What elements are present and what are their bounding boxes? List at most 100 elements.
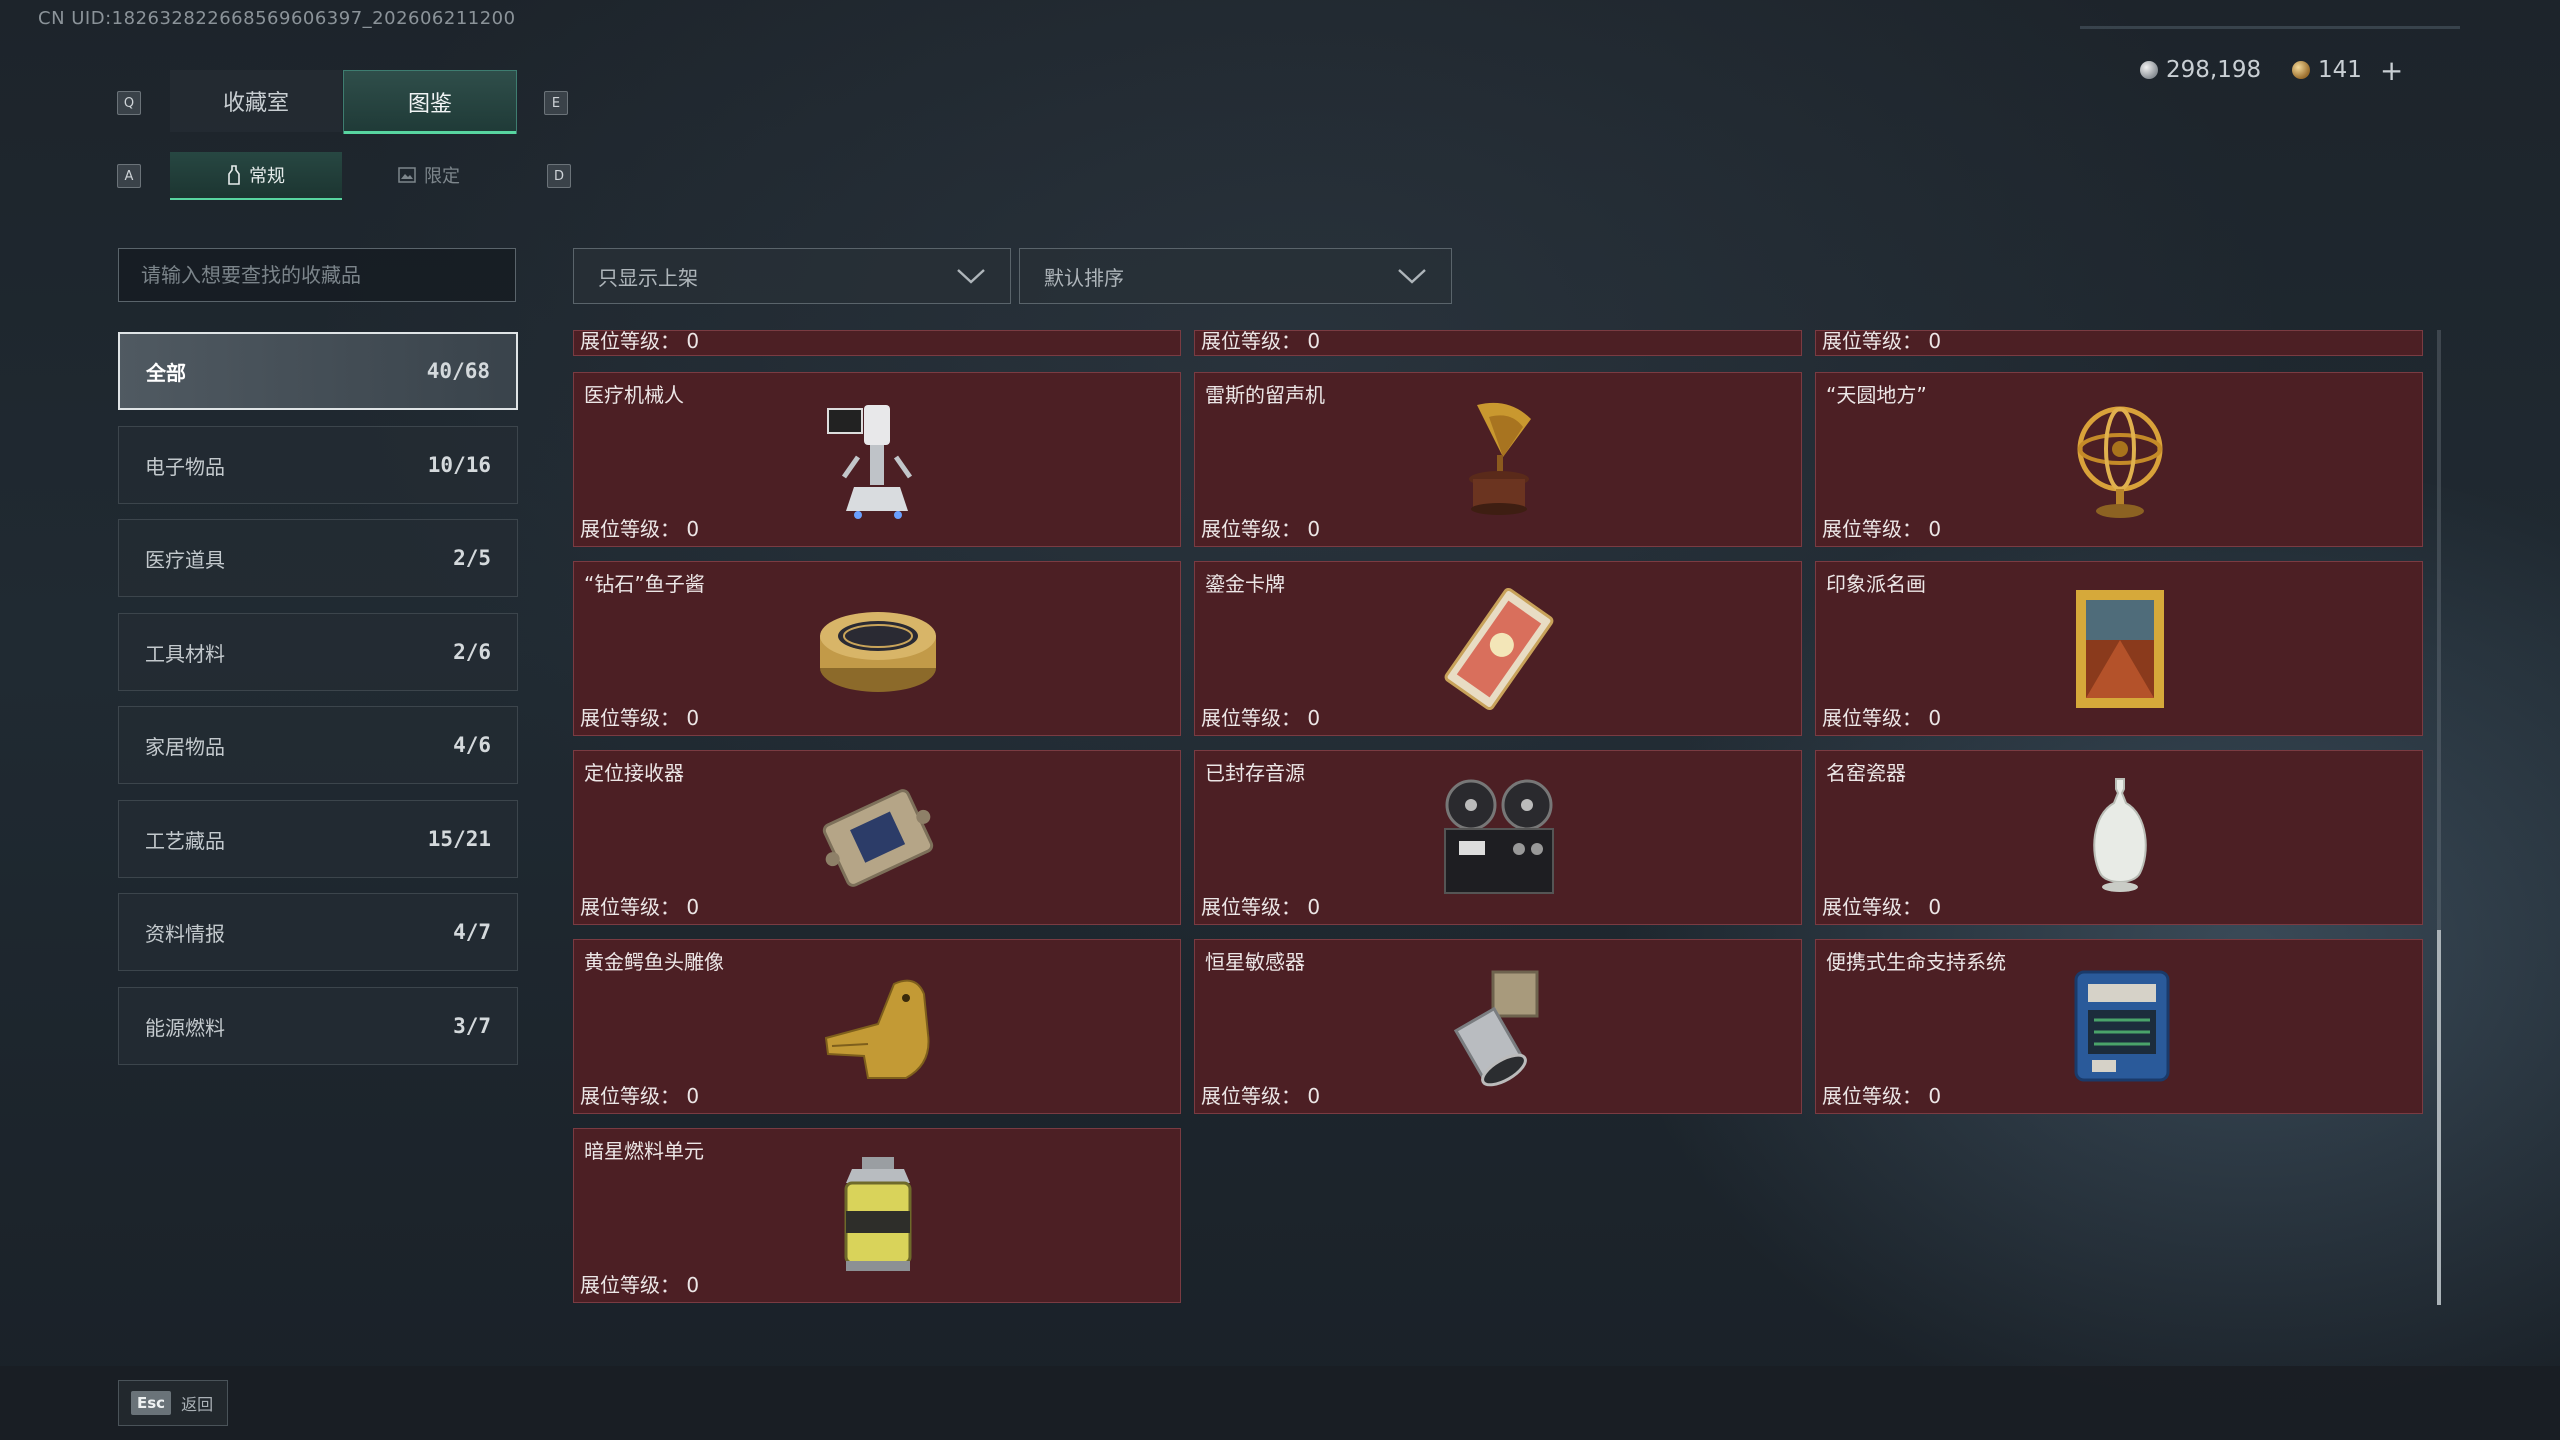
item-card[interactable]: 展位等级： 0 <box>573 330 1181 356</box>
booth-level: 展位等级： 0 <box>1822 1084 1942 1108</box>
item-card[interactable]: 恒星敏感器 展位等级： 0 <box>1194 939 1802 1114</box>
receiver-icon <box>822 789 934 887</box>
booth-level: 展位等级： 0 <box>580 330 700 353</box>
item-name: 暗星燃料单元 <box>584 1139 704 1163</box>
show-filter-dropdown[interactable]: 只显示上架 <box>573 248 1011 304</box>
booth-level: 展位等级： 0 <box>1201 706 1321 730</box>
category-tools[interactable]: 工具材料 2/6 <box>118 613 518 691</box>
category-count: 15/21 <box>427 827 491 851</box>
item-card[interactable]: “天圆地方” 展位等级： 0 <box>1815 372 2423 547</box>
porcelain-vase-icon <box>2093 778 2147 892</box>
booth-level: 展位等级： 0 <box>1822 706 1942 730</box>
category-label: 资料情报 <box>145 921 225 946</box>
key-d-hint: D <box>547 164 571 188</box>
user-id-label: CN UID:18263282266856960639​7_2026062112… <box>38 8 516 29</box>
show-filter-value: 只显示上架 <box>598 265 698 290</box>
category-count: 10/16 <box>427 453 491 477</box>
item-card[interactable]: 雷斯的留声机 展位等级： 0 <box>1194 372 1802 547</box>
key-a-hint: A <box>117 164 141 188</box>
booth-level: 展位等级： 0 <box>1201 517 1321 541</box>
category-label: 工艺藏品 <box>145 828 225 853</box>
subtab-regular[interactable]: 常规 <box>170 152 342 200</box>
booth-level: 展位等级： 0 <box>580 706 700 730</box>
key-e-hint: E <box>544 91 568 115</box>
gold-currency[interactable]: 141 + <box>2292 54 2403 87</box>
item-name: 名窑瓷器 <box>1826 761 1906 785</box>
gold-crocodile-icon <box>824 979 930 1079</box>
category-count: 2/6 <box>453 640 491 664</box>
item-card[interactable]: 已封存音源 展位等级： 0 <box>1194 750 1802 925</box>
booth-level: 展位等级： 0 <box>1822 895 1942 919</box>
item-name: 鎏金卡牌 <box>1205 572 1285 596</box>
gold-coin-icon <box>2292 61 2310 79</box>
item-name: 黄金鳄鱼头雕像 <box>584 950 724 974</box>
fuel-canister-icon <box>844 1157 912 1271</box>
star-sensor-icon <box>1453 970 1539 1087</box>
booth-level: 展位等级： 0 <box>580 1084 700 1108</box>
top-divider <box>2080 26 2460 29</box>
subtab-limited[interactable]: 限定 <box>343 152 515 198</box>
category-label: 医疗道具 <box>145 547 225 572</box>
booth-level: 展位等级： 0 <box>580 1273 700 1297</box>
armillary-sphere-icon <box>2077 406 2163 518</box>
item-card[interactable]: 印象派名画 展位等级： 0 <box>1815 561 2423 736</box>
item-card[interactable]: 暗星燃料单元 展位等级： 0 <box>573 1128 1181 1303</box>
key-q-hint: Q <box>117 91 141 115</box>
category-label: 家居物品 <box>145 734 225 759</box>
search-box[interactable] <box>118 248 516 302</box>
item-card[interactable]: 展位等级： 0 <box>1815 330 2423 356</box>
category-medical[interactable]: 医疗道具 2/5 <box>118 519 518 597</box>
item-name: 定位接收器 <box>584 761 684 785</box>
item-card[interactable]: 医疗机械人 展位等级： 0 <box>573 372 1181 547</box>
add-currency-icon[interactable]: + <box>2380 54 2403 87</box>
back-button[interactable]: Esc 返回 <box>118 1380 228 1426</box>
booth-level: 展位等级： 0 <box>1201 1084 1321 1108</box>
medical-robot-icon <box>827 405 913 519</box>
sort-value: 默认排序 <box>1044 265 1124 290</box>
bottom-bar <box>0 1366 2560 1440</box>
category-fuel[interactable]: 能源燃料 3/7 <box>118 987 518 1065</box>
category-electronics[interactable]: 电子物品 10/16 <box>118 426 518 504</box>
bottle-icon <box>228 165 240 185</box>
tab-collection-room[interactable]: 收藏室 <box>170 70 342 132</box>
item-name: “天圆地方” <box>1826 383 1927 407</box>
item-card[interactable]: 展位等级： 0 <box>1194 330 1802 356</box>
item-name: 便携式生命支持系统 <box>1826 950 2006 974</box>
item-card[interactable]: 黄金鳄鱼头雕像 展位等级： 0 <box>573 939 1181 1114</box>
category-all[interactable]: 全部 40/68 <box>118 332 518 410</box>
booth-level: 展位等级： 0 <box>1822 517 1942 541</box>
item-card[interactable]: “钻石”鱼子酱 展位等级： 0 <box>573 561 1181 736</box>
silver-amount: 298,198 <box>2166 57 2262 83</box>
tab-catalog[interactable]: 图鉴 <box>343 70 517 134</box>
sort-dropdown[interactable]: 默认排序 <box>1019 248 1452 304</box>
booth-level: 展位等级： 0 <box>1201 895 1321 919</box>
picture-icon <box>398 167 416 183</box>
gold-amount: 141 <box>2318 57 2362 83</box>
item-name: 雷斯的留声机 <box>1205 383 1325 407</box>
caviar-tin-icon <box>820 612 936 692</box>
chevron-down-icon <box>957 269 985 284</box>
category-label: 电子物品 <box>145 454 225 479</box>
subtab-limited-label: 限定 <box>424 166 460 187</box>
esc-key: Esc <box>131 1391 172 1415</box>
item-card[interactable]: 名窑瓷器 展位等级： 0 <box>1815 750 2423 925</box>
chevron-down-icon <box>1398 269 1426 284</box>
item-name: 医疗机械人 <box>584 383 684 407</box>
search-input[interactable] <box>139 262 495 288</box>
grid-scroll-thumb[interactable] <box>2437 930 2441 1305</box>
booth-level: 展位等级： 0 <box>580 517 700 541</box>
category-intel[interactable]: 资料情报 4/7 <box>118 893 518 971</box>
item-card[interactable]: 鎏金卡牌 展位等级： 0 <box>1194 561 1802 736</box>
category-count: 4/6 <box>453 733 491 757</box>
category-crafts[interactable]: 工艺藏品 15/21 <box>118 800 518 878</box>
framed-painting-icon <box>2076 590 2164 708</box>
item-name: 恒星敏感器 <box>1205 950 1305 974</box>
booth-level: 展位等级： 0 <box>1822 330 1942 353</box>
category-household[interactable]: 家居物品 4/6 <box>118 706 518 784</box>
item-name: “钻石”鱼子酱 <box>584 572 705 596</box>
item-name: 印象派名画 <box>1826 572 1926 596</box>
gilded-card-icon <box>1444 587 1554 711</box>
item-card[interactable]: 便携式生命支持系统 展位等级： 0 <box>1815 939 2423 1114</box>
item-card[interactable]: 定位接收器 展位等级： 0 <box>573 750 1181 925</box>
silver-currency: 298,198 <box>2140 54 2261 86</box>
